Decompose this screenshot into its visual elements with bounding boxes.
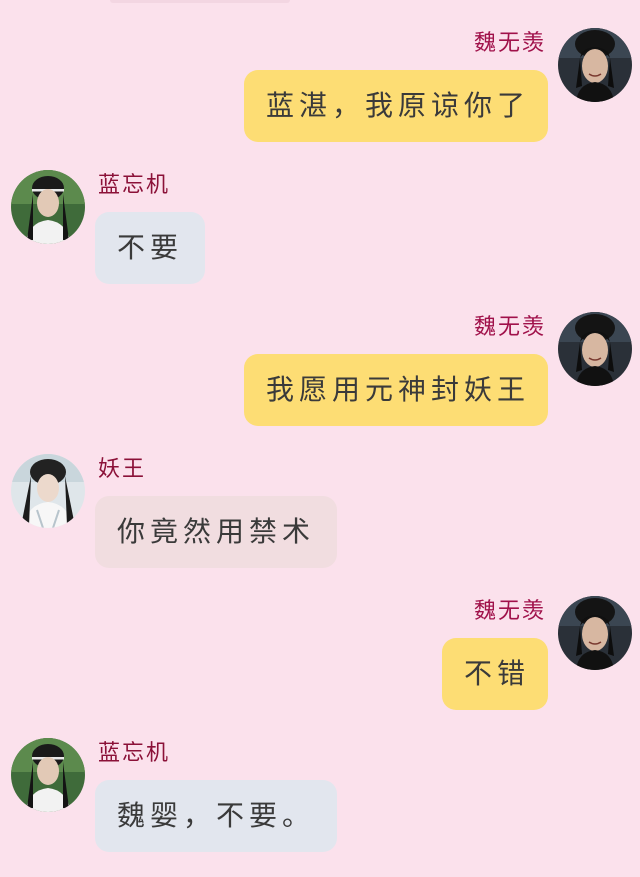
wei-wuxian-avatar[interactable] — [558, 312, 632, 386]
chat-message-wei-2: 魏无羡 我愿用元神封妖王 — [0, 312, 640, 428]
message-bubble[interactable]: 不错 — [441, 638, 548, 710]
lan-wangji-avatar[interactable] — [11, 738, 85, 812]
message-bubble[interactable]: 蓝湛，我原谅你了 — [243, 70, 548, 142]
wei-wuxian-portrait-icon — [558, 312, 632, 386]
wei-wuxian-portrait-icon — [558, 596, 632, 670]
chat-message-lan-2: 蓝忘机 魏婴，不要。 — [0, 738, 640, 854]
lan-wangji-portrait-icon — [11, 170, 85, 244]
lan-wangji-avatar[interactable] — [11, 170, 85, 244]
chat-message-lan-1: 蓝忘机 不要 — [0, 170, 640, 286]
chat-message-wei-3: 魏无羡 不错 — [0, 596, 640, 712]
message-bubble[interactable]: 你竟然用禁术 — [95, 496, 338, 568]
wei-wuxian-avatar[interactable] — [558, 28, 632, 102]
sender-name: 蓝忘机 — [98, 173, 171, 198]
chat-message-wei-1: 魏无羡 蓝湛，我原谅你了 — [0, 28, 640, 144]
message-bubble[interactable]: 魏婴，不要。 — [95, 780, 338, 852]
sender-name: 魏无羡 — [473, 315, 546, 340]
yaowang-portrait-icon — [11, 454, 85, 528]
wei-wuxian-portrait-icon — [558, 28, 632, 102]
chat-message-yaowang: 妖王 你竟然用禁术 — [0, 454, 640, 570]
lan-wangji-portrait-icon — [11, 738, 85, 812]
wei-wuxian-avatar[interactable] — [558, 596, 632, 670]
sender-name: 魏无羡 — [473, 31, 546, 56]
sender-name: 妖王 — [98, 457, 147, 482]
sender-name: 蓝忘机 — [98, 741, 171, 766]
previous-message-edge — [110, 0, 290, 3]
message-bubble[interactable]: 不要 — [95, 212, 206, 284]
yaowang-avatar[interactable] — [11, 454, 85, 528]
sender-name: 魏无羡 — [473, 599, 546, 624]
message-bubble[interactable]: 我愿用元神封妖王 — [243, 354, 548, 426]
